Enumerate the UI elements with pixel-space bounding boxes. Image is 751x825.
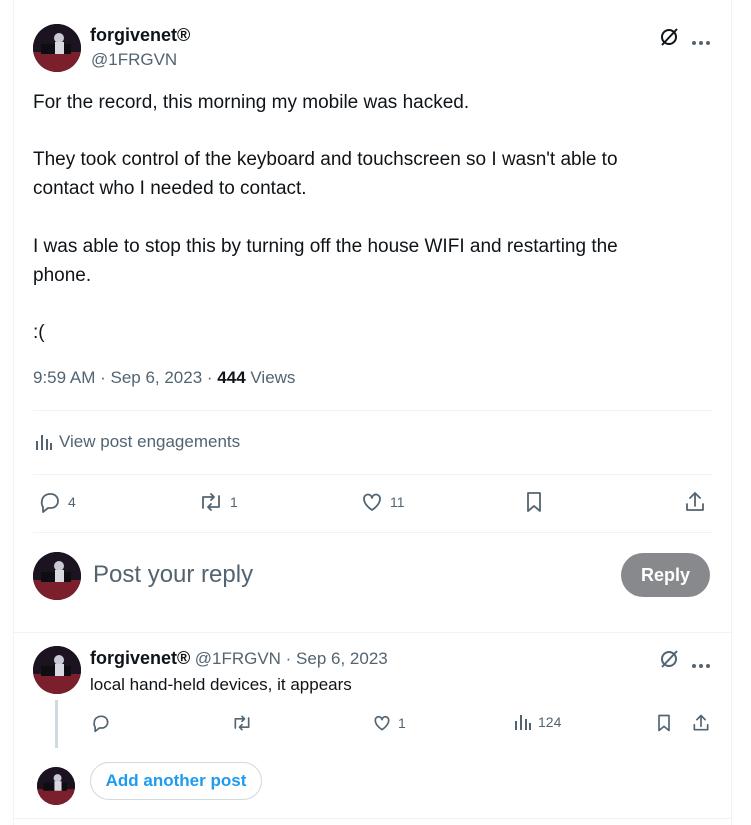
more-icon[interactable]	[691, 33, 711, 45]
analytics-icon	[514, 713, 532, 731]
reply-reply-button[interactable]	[91, 713, 111, 733]
views-count: 444	[217, 368, 246, 387]
add-another-post-button[interactable]: Add another post	[90, 762, 262, 800]
repost-count: 1	[230, 494, 238, 510]
like-icon	[372, 713, 392, 733]
reply-icon	[91, 713, 111, 733]
reply-header: forgivenet® @1FRGVN · Sep 6, 2023	[90, 648, 388, 669]
tweet-text-line: I was able to stop this by turning off t…	[33, 236, 618, 257]
display-name[interactable]: forgivenet®	[90, 25, 190, 46]
reply-avatar[interactable]	[33, 646, 81, 694]
reply-views-button[interactable]: 124	[514, 713, 561, 731]
reply-display-name[interactable]: forgivenet®	[90, 648, 190, 668]
tweet-text-line: They took control of the keyboard and to…	[33, 149, 618, 170]
reply-submit-button[interactable]: Reply	[621, 553, 710, 597]
reply-bookmark-icon[interactable]	[654, 713, 674, 738]
reply-input[interactable]: Post your reply	[93, 561, 253, 589]
tweet-text-line: For the record, this morning my mobile w…	[33, 92, 470, 113]
reply-count: 4	[68, 494, 76, 510]
reply-like-count: 1	[398, 715, 406, 731]
engagements-label: View post engagements	[59, 432, 241, 451]
reply-views-count: 124	[538, 714, 562, 730]
like-icon	[360, 490, 384, 514]
grok-icon[interactable]	[658, 26, 680, 48]
reply-button[interactable]: 4	[38, 490, 76, 514]
reply-share-icon[interactable]	[691, 713, 711, 738]
reply-more-icon[interactable]	[691, 656, 711, 668]
repost-icon	[231, 713, 253, 733]
divider	[33, 410, 712, 411]
tweet-text-line: :(	[33, 322, 45, 343]
reply-like-button[interactable]: 1	[372, 713, 406, 733]
reply-repost-button[interactable]	[231, 713, 253, 733]
timeline-column	[13, 0, 732, 825]
timestamp-text[interactable]: 9:59 AM · Sep 6, 2023 ·	[33, 368, 217, 387]
tweet-timestamp[interactable]: 9:59 AM · Sep 6, 2023 · 444 Views	[33, 368, 295, 388]
tweet-text-line: contact who I needed to contact.	[33, 178, 307, 199]
divider	[14, 632, 731, 633]
divider	[33, 474, 712, 475]
repost-button[interactable]: 1	[198, 490, 238, 514]
avatar[interactable]	[33, 24, 81, 72]
reply-handle-date[interactable]: @1FRGVN · Sep 6, 2023	[195, 649, 388, 668]
thread-line	[55, 700, 58, 748]
reply-text: local hand-held devices, it appears	[90, 675, 352, 694]
user-handle[interactable]: @1FRGVN	[91, 50, 177, 70]
reply-icon	[38, 490, 62, 514]
repost-icon	[198, 490, 224, 514]
composer-avatar[interactable]	[33, 552, 81, 600]
like-count: 11	[390, 494, 405, 510]
bookmark-icon[interactable]	[522, 490, 546, 519]
tweet-text-line: phone.	[33, 265, 92, 286]
divider	[33, 532, 712, 533]
add-post-avatar[interactable]	[37, 767, 75, 805]
reply-grok-icon[interactable]	[658, 648, 680, 670]
analytics-icon	[35, 433, 53, 451]
divider	[14, 818, 731, 819]
view-engagements-link[interactable]: View post engagements	[35, 432, 240, 452]
views-label: Views	[245, 368, 296, 387]
share-icon[interactable]	[683, 490, 707, 519]
like-button[interactable]: 11	[360, 490, 405, 514]
